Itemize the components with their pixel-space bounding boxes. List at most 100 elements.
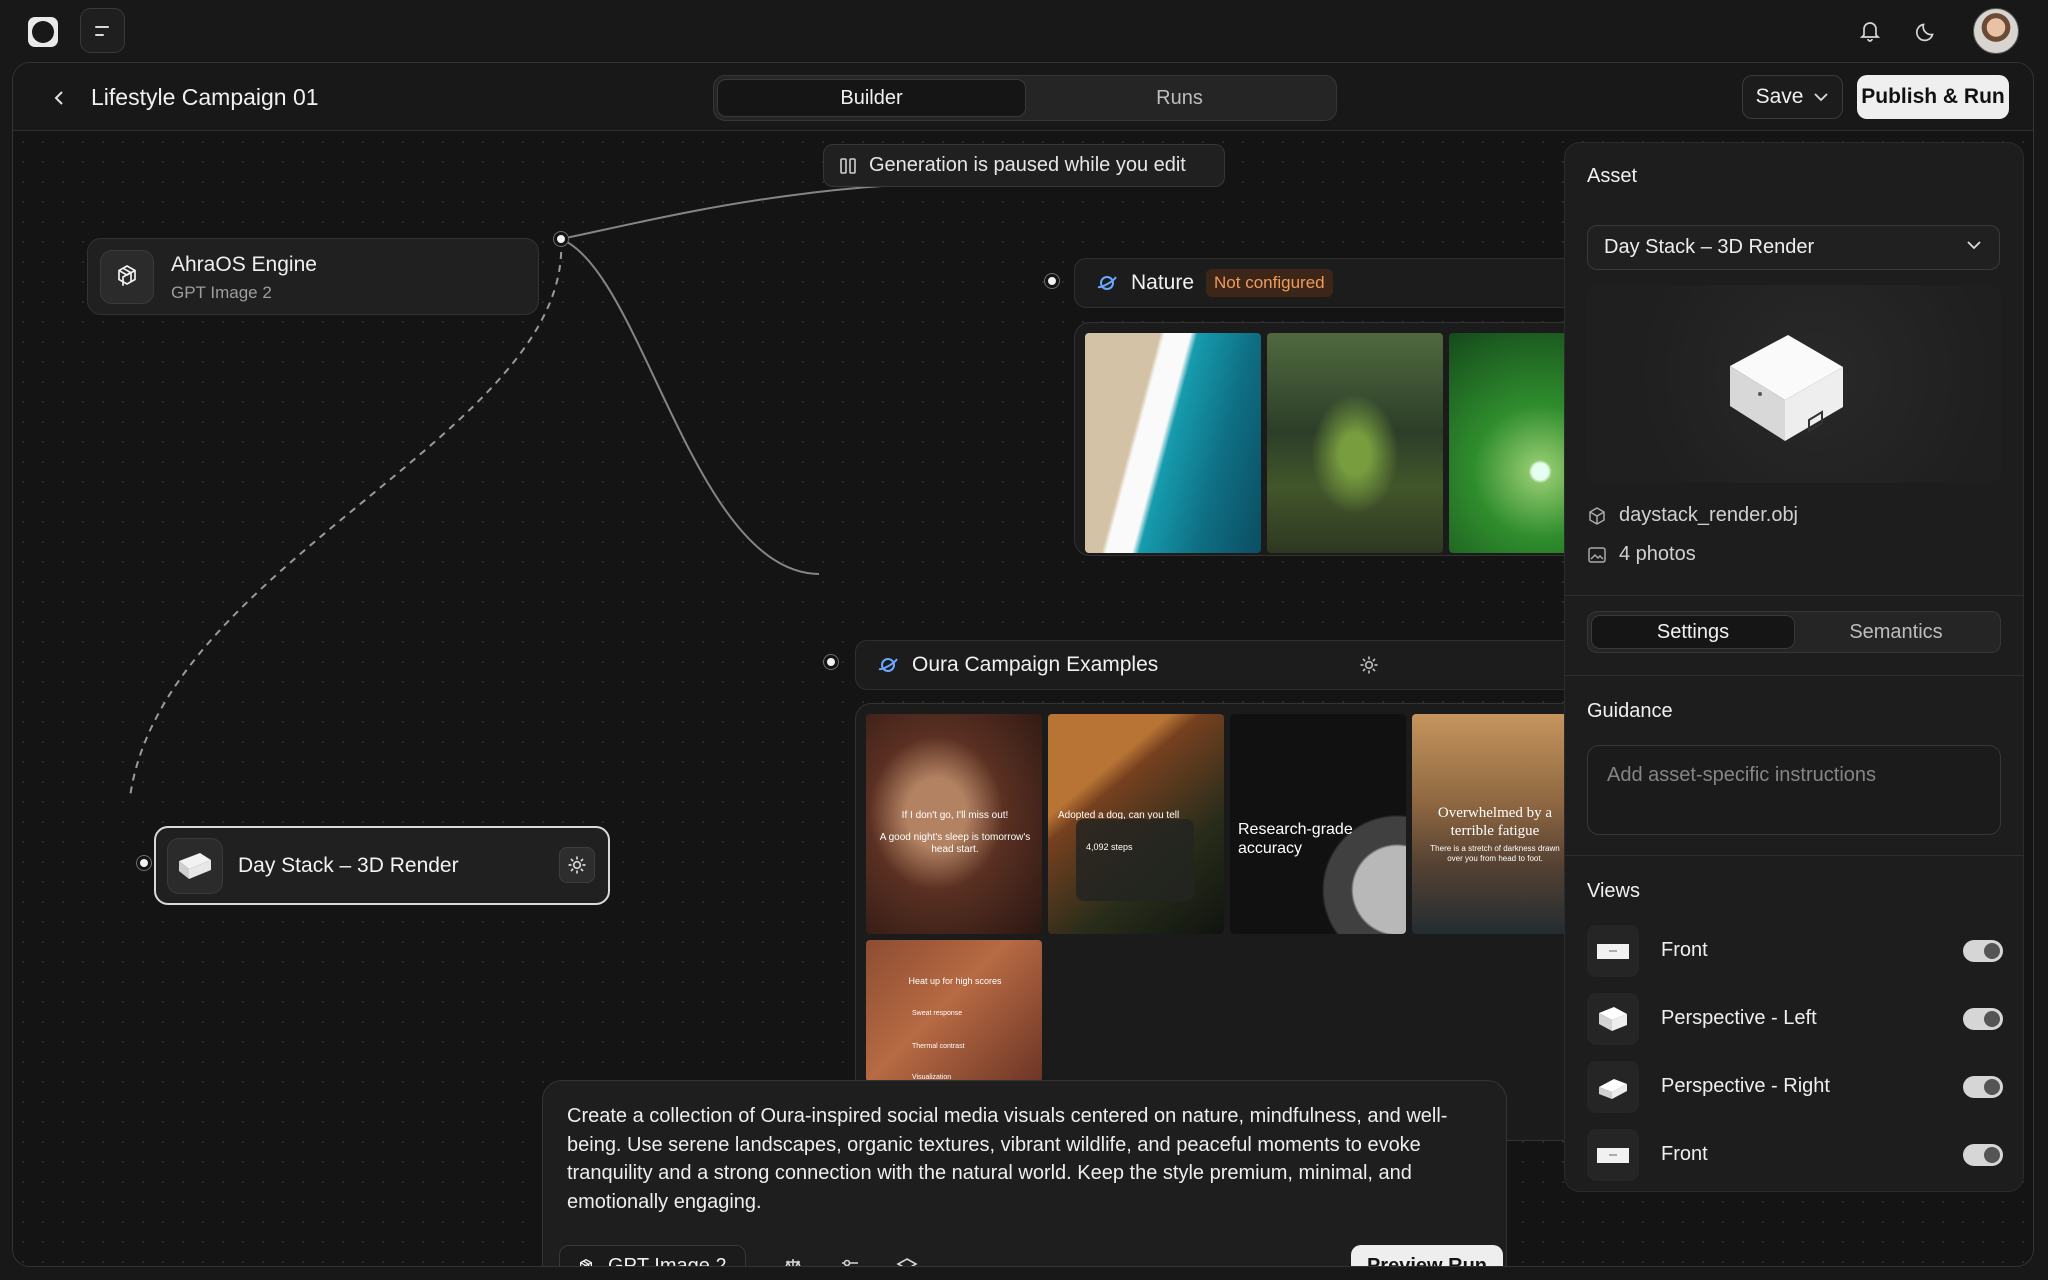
view-name: Front [1661,1143,1708,1165]
banner-text: Generation is paused while you edit [869,154,1186,176]
back-button[interactable] [45,83,75,113]
fatigue-example-image[interactable]: Overwhelmed by a terrible fatigue There … [1412,714,1576,934]
dog-example-image[interactable]: Adopted a dog, can you tell 4,092 steps [1048,714,1224,934]
guidance-section: Guidance Add asset-specific instructions [1565,675,2023,855]
ring-example-image[interactable]: Research-grade accuracy [1230,714,1406,934]
nature-input-port[interactable] [1045,274,1059,288]
second-front-view-toggle[interactable] [1963,1144,2003,1166]
workflow-canvas[interactable]: Generation is paused while you edit Ahra… [13,132,2033,1267]
prompt-model-label: GPT Image 2 [608,1255,727,1267]
balance-icon[interactable] [778,1252,808,1266]
project-header: Lifestyle Campaign 01 Builder Runs Save … [13,63,2033,131]
generation-paused-banner: Generation is paused while you edit [823,144,1225,187]
workspace-frame: Lifestyle Campaign 01 Builder Runs Save … [12,62,2034,1267]
asset-side-panel: Asset Day Stack – 3D Render daystack_ren… [1564,142,2024,1192]
guidance-label: Guidance [1587,700,1673,722]
asset-node-name: Day Stack – 3D Render [238,854,459,877]
nature-status-badge: Not configured [1206,269,1333,297]
view-row-front-2: Front [1587,1129,2003,1181]
examples-input-port[interactable] [824,655,838,669]
prompt-composer[interactable]: Create a collection of Oura-inspired soc… [542,1080,1507,1267]
engine-node[interactable]: AhraOS Engine GPT Image 2 [87,238,539,315]
app-logo[interactable] [28,17,58,47]
examples-title: Oura Campaign Examples [912,653,1159,676]
heat-row-1: Sweat response [912,1010,963,1017]
view-name: Perspective - Left [1661,1007,1817,1029]
asset-file-name: daystack_render.obj [1619,504,1799,526]
perspective-left-toggle[interactable] [1963,1008,2003,1030]
heat-row-2: Thermal contrast [912,1043,965,1050]
menu-button[interactable] [80,8,125,53]
view-name: Front [1661,939,1708,961]
asset-photo-count: 4 photos [1619,543,1696,565]
sleep-bottom-text: A good night's sleep is tomorrow's head … [879,832,1031,855]
app-topbar [0,0,2048,62]
asset-section-title: Asset [1587,165,1638,187]
views-label: Views [1587,880,1640,902]
panel-tabs-section: Settings Semantics [1565,595,2023,675]
pause-icon [840,157,856,174]
view-row-front: Front [1587,925,2003,977]
tab-runs[interactable]: Runs [1026,79,1333,117]
view-row-perspective-left: Perspective - Left [1587,993,2003,1045]
asset-node[interactable]: Day Stack – 3D Render [154,826,610,905]
sleep-example-image[interactable]: If I don't go, I'll miss out! A good nig… [866,714,1042,934]
moon-icon[interactable] [1912,16,1942,46]
panel-tabs: Settings Semantics [1587,611,2001,653]
chevron-down-icon [1814,93,1829,102]
selected-asset-label: Day Stack – 3D Render [1604,236,1815,258]
openai-icon [580,1258,592,1266]
engine-model: GPT Image 2 [171,283,272,302]
asset-photos-row: 4 photos [1587,543,1696,566]
image-icon [1588,546,1606,563]
gear-icon [568,856,586,874]
engine-name: AhraOS Engine [171,253,317,276]
perspective-right-toggle[interactable] [1963,1076,2003,1098]
chevron-down-icon [1967,241,1981,250]
engine-output-port[interactable] [554,232,568,246]
fatigue-body-text: There is a stretch of darkness drawn ove… [1430,844,1560,863]
project-title: Lifestyle Campaign 01 [91,84,319,110]
view-name: Perspective - Right [1661,1075,1830,1097]
publish-run-button[interactable]: Publish & Run [1857,75,2009,119]
prompt-text[interactable]: Create a collection of Oura-inspired soc… [567,1102,1467,1216]
openai-icon [100,250,154,304]
forest-seedling-image[interactable] [1267,333,1443,553]
sliders-icon[interactable] [835,1252,865,1266]
layers-icon[interactable] [892,1252,922,1266]
views-section: Views Front Perspective - Left Perspecti… [1565,855,2023,1191]
activity-card [1076,819,1194,901]
asset-selector[interactable]: Day Stack – 3D Render [1587,225,2000,270]
heat-title-text: Heat up for high scores [908,976,1002,986]
ocean-image[interactable] [1085,333,1261,553]
nature-title: Nature [1131,271,1195,294]
front-view-toggle[interactable] [1963,940,2003,962]
planet-icon [1097,276,1117,290]
tab-builder[interactable]: Builder [717,79,1026,117]
save-button[interactable]: Save [1742,75,1843,119]
view-row-perspective-right: Perspective - Right [1587,1061,2003,1113]
bell-icon[interactable] [1855,16,1885,46]
cube-render-icon [167,838,223,894]
heat-example-image[interactable]: Heat up for high scores Sweat response T… [866,940,1042,1082]
tab-semantics[interactable]: Semantics [1795,615,1997,649]
tab-settings[interactable]: Settings [1591,615,1795,649]
menu-icon [95,25,109,28]
front-view-icon [1587,925,1639,977]
planet-icon [878,658,898,672]
perspective-right-view-icon [1587,1061,1639,1113]
asset-gear-button[interactable] [559,847,595,883]
preview-run-button[interactable]: Preview Run [1351,1245,1503,1266]
dog-steps-text: 4,092 steps [1086,842,1133,852]
user-avatar[interactable] [1973,8,2019,54]
asset-input-port[interactable] [137,856,151,870]
cube-icon [1589,506,1605,525]
asset-file-row: daystack_render.obj [1587,504,1798,527]
gear-icon[interactable] [1358,654,1380,676]
prompt-model-selector[interactable]: GPT Image 2 [559,1245,746,1267]
fatigue-title-text: Overwhelmed by a terrible fatigue [1437,805,1553,839]
front-view-icon [1587,1129,1639,1181]
guidance-input[interactable]: Add asset-specific instructions [1587,745,2001,835]
asset-3d-preview[interactable] [1587,285,2001,483]
perspective-left-view-icon [1587,993,1639,1045]
